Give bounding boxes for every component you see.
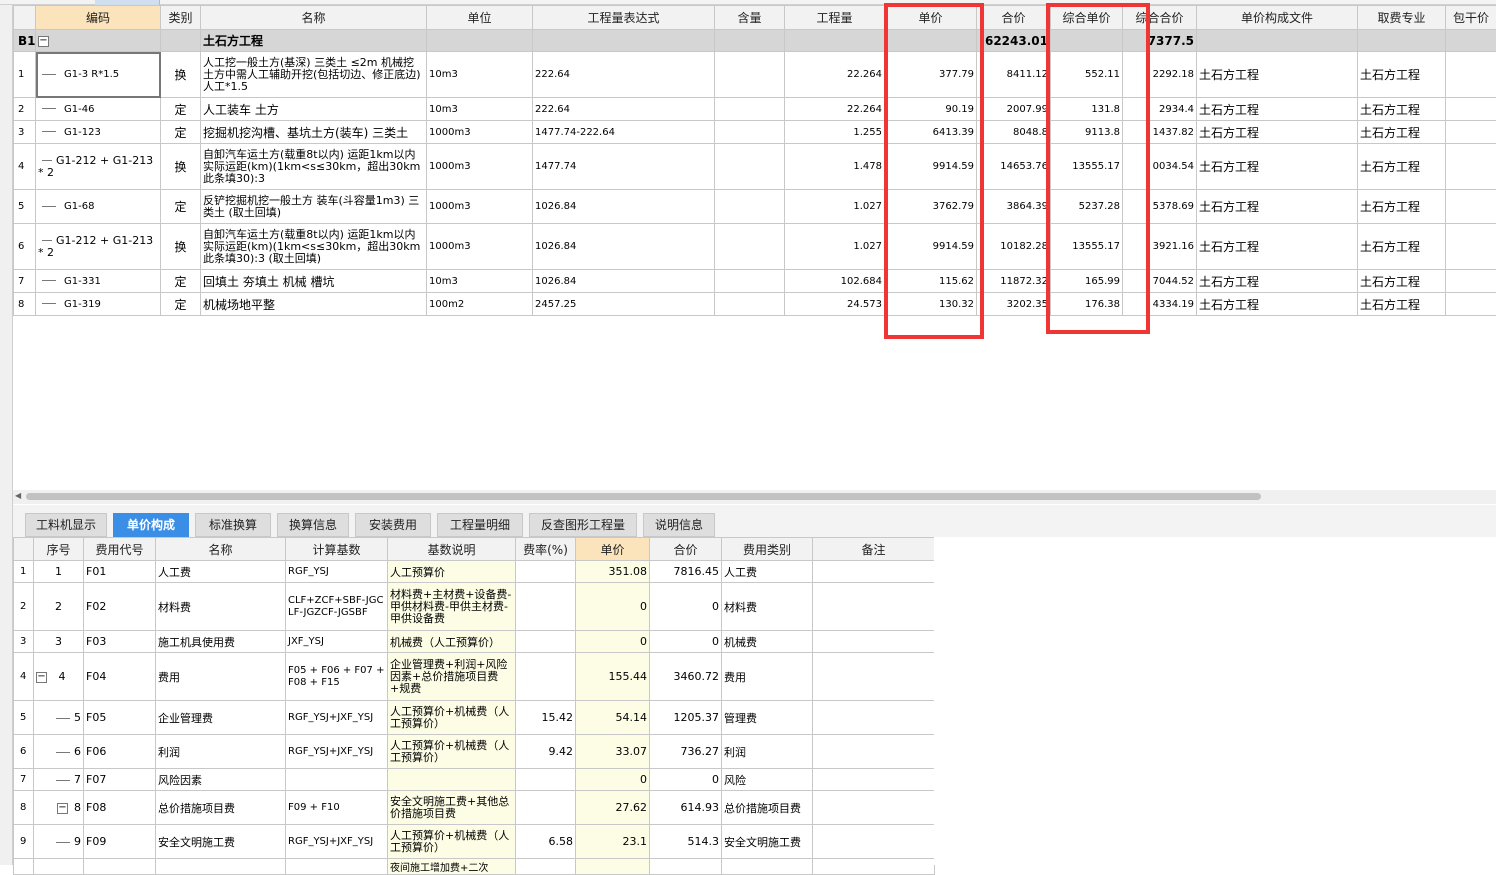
tree-line [56,752,70,753]
scrollbar-thumb[interactable] [26,493,1261,500]
header-price[interactable]: 单价 [885,6,977,30]
header-lump[interactable]: 包干价 [1446,6,1496,30]
tree-line [42,206,56,207]
table-row[interactable]: 夜间施工增加费+二次 [14,859,935,875]
header-rate[interactable]: 费率(%) [516,538,576,561]
header-qty[interactable]: 工程量 [785,6,885,30]
empty-area [934,537,1496,865]
tree-line [42,160,52,161]
code-cell[interactable]: G1-212 + G1-213 * 2 [36,144,161,190]
left-gutter [0,5,13,865]
tab-quantity-detail[interactable]: 工程量明细 [437,513,523,537]
upper-quota-table: 编码 类别 名称 单位 工程量表达式 含量 工程量 单价 合价 综合单价 综合合… [13,5,1496,316]
header-content[interactable]: 含量 [715,6,785,30]
header-code[interactable]: 编码 [36,6,161,30]
table-row[interactable]: 2 G1-46 定 人工装车 土方 10m3 222.64 22.264 90.… [14,98,1496,121]
tab-description-info[interactable]: 说明信息 [643,513,715,537]
table-row[interactable]: 4 G1-212 + G1-213 * 2 换 自卸汽车运土方(载重8t以内) … [14,144,1496,190]
tree-line [42,303,56,304]
tree-line [42,108,56,109]
tab-installation-fee[interactable]: 安装费用 [355,513,431,537]
group-total: 62243.01 [977,30,1051,52]
table-row[interactable]: 2 2 F02 材料费 CLF+ZCF+SBF-JGCLF-JGZCF-JGSB… [14,583,935,631]
tree-line [56,718,70,719]
tree-line [42,74,56,75]
header-total[interactable]: 合价 [977,6,1051,30]
group-id: B1 [14,30,36,52]
group-name: 土石方工程 [201,30,427,52]
tree-line [56,780,70,781]
header-total-price[interactable]: 合价 [650,538,722,561]
table-row[interactable]: 3 G1-123 定 挖掘机挖沟槽、基坑土方(装车) 三类土 1000m3 14… [14,121,1496,144]
table-row[interactable]: 5 5 F05 企业管理费 RGF_YSJ+JXF_YSJ 人工预算价+机械费（… [14,701,935,735]
table-row[interactable]: 1 G1-3 R*1.5 换 人工挖一般土方(基深) 三类土 ≤2m 机械挖土方… [14,52,1496,98]
header-expr[interactable]: 工程量表达式 [533,6,715,30]
header-fee-category[interactable]: 费用类别 [722,538,813,561]
tab-conversion-info[interactable]: 换算信息 [277,513,349,537]
header-remark[interactable]: 备注 [813,538,935,561]
unit-price-composition-table: 序号 费用代号 名称 计算基数 基数说明 费率(%) 单价 合价 费用类别 备注… [13,537,935,875]
header-type[interactable]: 类别 [161,6,201,30]
tree-line [42,240,52,241]
code-cell[interactable]: G1-331 [36,270,161,293]
group-row[interactable]: B1 − 土石方工程 62243.01 7377.5 [14,30,1496,52]
table-row[interactable]: 7 G1-331 定 回填土 夯填土 机械 槽坑 10m3 1026.84 10… [14,270,1496,293]
header-unit-price[interactable]: 单价 [576,538,650,561]
table-row[interactable]: 1 1 F01 人工费 RGF_YSJ 人工预算价 351.08 7816.45… [14,561,935,583]
table-row[interactable]: 5 G1-68 定 反铲挖掘机挖一般土方 装车(斗容量1m3) 三类土 (取土回… [14,190,1496,224]
table-row[interactable]: 6 6 F06 利润 RGF_YSJ+JXF_YSJ 人工预算价+机械费（人工预… [14,735,935,769]
upper-header-row: 编码 类别 名称 单位 工程量表达式 含量 工程量 单价 合价 综合单价 综合合… [14,6,1496,30]
collapse-icon[interactable]: − [38,36,49,47]
group-expander[interactable]: − [36,30,161,52]
horizontal-scrollbar[interactable]: ◀ [13,490,1496,504]
collapse-icon[interactable]: − [36,672,47,683]
tree-line [42,280,56,281]
tab-labor-material-machine[interactable]: 工料机显示 [25,513,107,537]
header-fee-name[interactable]: 名称 [156,538,286,561]
tab-unit-price-composition[interactable]: 单价构成 [113,513,189,537]
code-cell[interactable]: G1-68 [36,190,161,224]
group-ctotal: 7377.5 [1123,30,1197,52]
header-file[interactable]: 单价构成文件 [1197,6,1358,30]
table-row[interactable]: 6 G1-212 + G1-213 * 2 换 自卸汽车运土方(载重8t以内) … [14,224,1496,270]
tree-line [56,842,70,843]
code-cell[interactable]: G1-212 + G1-213 * 2 [36,224,161,270]
header-seq[interactable]: 序号 [34,538,84,561]
tree-line [42,131,56,132]
header-unit[interactable]: 单位 [427,6,533,30]
upper-header-rownum [14,6,36,30]
header-spec[interactable]: 取费专业 [1358,6,1446,30]
header-base-desc[interactable]: 基数说明 [388,538,516,561]
header-name[interactable]: 名称 [201,6,427,30]
code-cell[interactable]: G1-123 [36,121,161,144]
tab-standard-conversion[interactable]: 标准换算 [195,513,271,537]
table-row[interactable]: 4 − 4 F04 费用 F05 + F06 + F07 + F08 + F15… [14,653,935,701]
header-cprice[interactable]: 综合单价 [1051,6,1123,30]
detail-tabs-bar: 工料机显示 单价构成 标准换算 换算信息 安装费用 工程量明细 反查图形工程量 … [13,505,1496,537]
header-ctotal[interactable]: 综合合价 [1123,6,1197,30]
table-row[interactable]: 3 3 F03 施工机具使用费 JXF_YSJ 机械费（人工预算价） 0 0 机… [14,631,935,653]
table-row[interactable]: 8 −8 F08 总价措施项目费 F09 + F10 安全文明施工费+其他总价措… [14,791,935,825]
tab-reverse-graphic-quantity[interactable]: 反查图形工程量 [529,513,637,537]
code-cell[interactable]: G1-319 [36,293,161,316]
collapse-icon[interactable]: − [57,803,68,814]
table-row[interactable]: 9 9 F09 安全文明施工费 RGF_YSJ+JXF_YSJ 人工预算价+机械… [14,825,935,859]
header-calc-base[interactable]: 计算基数 [286,538,388,561]
table-row[interactable]: 8 G1-319 定 机械场地平整 100m2 2457.25 24.573 1… [14,293,1496,316]
table-row[interactable]: 7 7 F07 风险因素 0 0 风险 [14,769,935,791]
scroll-left-arrow-icon[interactable]: ◀ [15,491,21,500]
header-fee-code[interactable]: 费用代号 [84,538,156,561]
code-cell[interactable]: G1-46 [36,98,161,121]
lower-header-row: 序号 费用代号 名称 计算基数 基数说明 费率(%) 单价 合价 费用类别 备注 [14,538,935,561]
code-cell[interactable]: G1-3 R*1.5 [36,52,161,98]
